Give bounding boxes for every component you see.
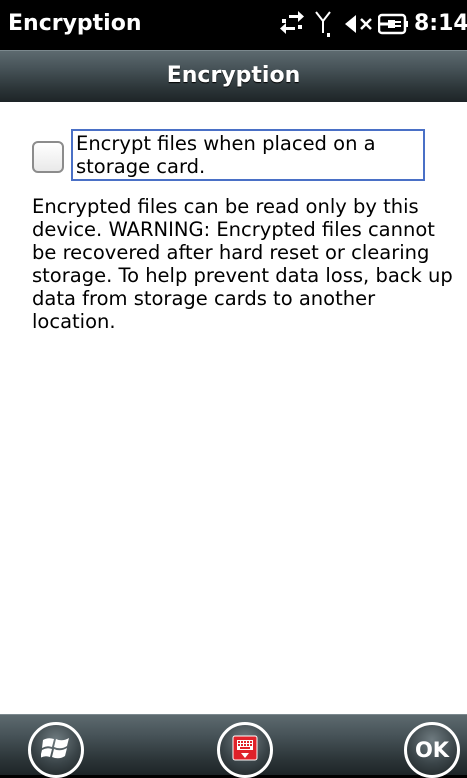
start-button[interactable] — [28, 722, 84, 778]
connectivity-arrows-icon — [278, 11, 306, 37]
battery-charging-icon — [378, 12, 408, 36]
title-bar: Encryption — [0, 50, 467, 102]
keyboard-button[interactable] — [217, 722, 273, 778]
status-time: 8:14 — [414, 11, 467, 36]
status-icons: 8:14 — [278, 8, 467, 40]
encrypt-checkbox[interactable] — [32, 141, 64, 173]
encrypt-checkbox-label[interactable]: Encrypt files when placed on a storage c… — [71, 129, 425, 181]
bottom-bar: OK — [0, 714, 467, 778]
volume-muted-icon — [344, 12, 374, 36]
page-title: Encryption — [166, 63, 301, 88]
status-bar[interactable]: Encryption 8:14 — [0, 0, 467, 50]
status-app-title: Encryption — [8, 11, 142, 36]
antenna-signal-icon — [314, 9, 332, 39]
windows-start-icon — [40, 734, 71, 766]
encryption-warning-text: Encrypted files can be read only by this… — [32, 195, 453, 333]
ok-button-label: OK — [414, 738, 450, 762]
content-area: Encrypt files when placed on a storage c… — [0, 102, 467, 714]
ok-button[interactable]: OK — [404, 722, 460, 778]
keyboard-icon — [232, 735, 258, 765]
